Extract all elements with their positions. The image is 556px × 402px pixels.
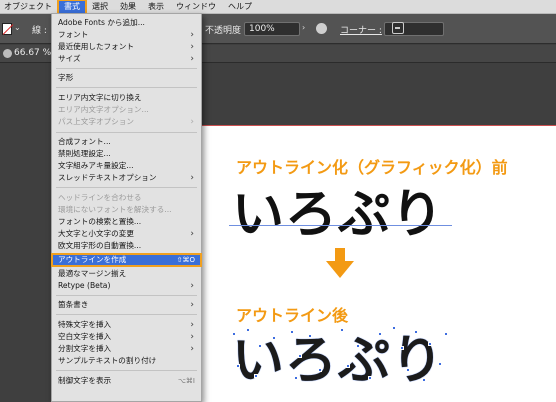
menu-item-recent-fonts[interactable]: 最近使用したフォント › bbox=[52, 41, 201, 53]
corner-icon bbox=[392, 22, 404, 34]
menu-item-label: 最適なマージン揃え bbox=[58, 269, 127, 278]
menu-item-fit-headline: ヘッドラインを合わせる bbox=[52, 192, 201, 204]
menu-item-threaded-text-options[interactable]: スレッドテキストオプション › bbox=[52, 172, 201, 184]
menu-item-shortcut: ⌥⌘I bbox=[177, 377, 195, 385]
menu-window[interactable]: ウィンドウ bbox=[170, 0, 222, 14]
chevron-right-icon: › bbox=[190, 320, 194, 330]
chevron-right-icon: › bbox=[190, 332, 194, 342]
chevron-right-icon: › bbox=[190, 54, 194, 64]
menu-help[interactable]: ヘルプ bbox=[222, 0, 258, 14]
menu-separator bbox=[56, 314, 197, 315]
menu-item-area-type-options: エリア内文字オプション... bbox=[52, 104, 201, 116]
menu-item-label: 制御文字を表示 bbox=[58, 376, 112, 385]
menu-item-fill-placeholder[interactable]: サンプルテキストの割り付け bbox=[52, 355, 201, 367]
recolor-globe-icon[interactable] bbox=[316, 23, 327, 34]
menu-item-label: 箇条書き bbox=[58, 300, 89, 309]
menu-item-resolve-missing-fonts: 環境にないフォントを解決する... bbox=[52, 204, 201, 216]
chevron-right-icon: › bbox=[190, 173, 194, 183]
menu-item-label: Adobe Fonts から追加... bbox=[58, 18, 145, 27]
menu-select[interactable]: 選択 bbox=[86, 0, 114, 14]
menu-separator bbox=[56, 132, 197, 133]
app-menubar: オブジェクト 書式 選択 効果 表示 ウィンドウ ヘルプ bbox=[0, 0, 556, 15]
menu-item-bullets[interactable]: 箇条書き › bbox=[52, 299, 201, 311]
menu-item-retype[interactable]: Retype (Beta) › bbox=[52, 280, 201, 292]
chevron-right-icon: › bbox=[190, 281, 194, 291]
menu-item-label: 大文字と小文字の変更 bbox=[58, 229, 134, 238]
chevron-right-icon: › bbox=[190, 117, 194, 127]
opacity-label: 不透明度 : bbox=[205, 26, 247, 36]
menu-item-insert-break[interactable]: 分割文字を挿入 › bbox=[52, 343, 201, 355]
arrow-down-icon bbox=[326, 248, 354, 278]
menu-effect[interactable]: 効果 bbox=[114, 0, 142, 14]
chevron-down-icon[interactable]: ⌄ bbox=[14, 23, 21, 32]
menu-separator bbox=[56, 87, 197, 88]
menu-separator bbox=[56, 295, 197, 296]
menu-separator bbox=[56, 370, 197, 371]
menu-item-shortcut: ⇧⌘O bbox=[176, 256, 195, 264]
chevron-right-icon: › bbox=[190, 42, 194, 52]
menu-item-composite-fonts[interactable]: 合成フォント... bbox=[52, 136, 201, 148]
menu-type[interactable]: 書式 bbox=[57, 0, 87, 15]
menu-item-change-case[interactable]: 大文字と小文字の変更 › bbox=[52, 228, 201, 240]
fill-swatch[interactable] bbox=[2, 23, 12, 35]
menu-item-area-type-toggle[interactable]: エリア内文字に切り換え bbox=[52, 92, 201, 104]
chevron-right-icon: › bbox=[190, 30, 194, 40]
text-baseline bbox=[229, 225, 452, 226]
type-menu-dropdown: Adobe Fonts から追加... フォント › 最近使用したフォント › サイ… bbox=[51, 13, 202, 402]
menu-view[interactable]: 表示 bbox=[142, 0, 170, 14]
menu-item-label: 空白文字を挿入 bbox=[58, 332, 112, 341]
menu-item-label: 文字組みアキ量設定... bbox=[58, 161, 134, 170]
menu-item-label: スレッドテキストオプション bbox=[58, 173, 157, 182]
menu-item-label: Retype (Beta) bbox=[58, 281, 111, 290]
menu-item-label: ヘッドラインを合わせる bbox=[58, 193, 142, 202]
chevron-right-icon: › bbox=[190, 344, 194, 354]
menu-item-label: 特殊文字を挿入 bbox=[58, 320, 112, 329]
menu-item-label: 禁則処理設定... bbox=[58, 149, 111, 158]
stroke-label: 線 : bbox=[32, 26, 47, 36]
menu-item-kinsoku-settings[interactable]: 禁則処理設定... bbox=[52, 148, 201, 160]
menu-item-insert-whitespace[interactable]: 空白文字を挿入 › bbox=[52, 331, 201, 343]
menu-item-label: サンプルテキストの割り付け bbox=[58, 356, 157, 365]
menu-item-label: 環境にないフォントを解決する... bbox=[58, 205, 172, 214]
menu-item-label: エリア内文字オプション... bbox=[58, 105, 149, 114]
menu-item-mojikumi-settings[interactable]: 文字組みアキ量設定... bbox=[52, 160, 201, 172]
menu-item-label: 分割文字を挿入 bbox=[58, 344, 112, 353]
menu-item-smart-punctuation[interactable]: 欧文用字形の自動置換... bbox=[52, 240, 201, 252]
menu-item-label: フォント bbox=[58, 30, 89, 39]
menu-item-insert-special-char[interactable]: 特殊文字を挿入 › bbox=[52, 319, 201, 331]
menu-item-label: 最近使用したフォント bbox=[58, 42, 134, 51]
close-tab-icon[interactable] bbox=[3, 49, 12, 58]
menu-item-optical-margin[interactable]: 最適なマージン揃え bbox=[52, 268, 201, 280]
menu-item-label: フォントの検索と置換... bbox=[58, 217, 142, 226]
chevron-right-icon: › bbox=[190, 300, 194, 310]
menu-item-show-hidden-chars[interactable]: 制御文字を表示 ⌥⌘I bbox=[52, 375, 201, 387]
chevron-right-icon[interactable]: › bbox=[302, 23, 305, 32]
chevron-right-icon: › bbox=[190, 229, 194, 239]
menu-item-adobe-fonts[interactable]: Adobe Fonts から追加... bbox=[52, 17, 201, 29]
menu-item-label: パス上文字オプション bbox=[58, 117, 134, 126]
menu-separator bbox=[56, 68, 197, 69]
menu-item-label: サイズ bbox=[58, 54, 81, 63]
corner-label[interactable]: コーナー : bbox=[340, 23, 382, 36]
menu-item-create-outlines[interactable]: アウトラインを作成 ⇧⌘O bbox=[51, 253, 202, 267]
menu-item-label: 字形 bbox=[58, 73, 74, 82]
outline-anchor-points bbox=[228, 324, 454, 384]
menu-item-font[interactable]: フォント › bbox=[52, 29, 201, 41]
sample-text-before[interactable]: いろぷり bbox=[232, 172, 444, 247]
menu-item-size[interactable]: サイズ › bbox=[52, 53, 201, 65]
menu-item-label: エリア内文字に切り換え bbox=[58, 93, 142, 102]
menu-item-find-replace-font[interactable]: フォントの検索と置換... bbox=[52, 216, 201, 228]
menu-item-glyphs[interactable]: 字形 bbox=[52, 72, 201, 84]
menu-object[interactable]: オブジェクト bbox=[0, 0, 58, 14]
menu-item-label: アウトラインを作成 bbox=[58, 255, 127, 264]
opacity-input[interactable]: 100% bbox=[244, 22, 300, 36]
menu-separator bbox=[56, 187, 197, 188]
menu-item-label: 欧文用字形の自動置換... bbox=[58, 241, 142, 250]
menu-item-type-on-path-options: パス上文字オプション › bbox=[52, 116, 201, 128]
menu-item-label: 合成フォント... bbox=[58, 137, 111, 146]
